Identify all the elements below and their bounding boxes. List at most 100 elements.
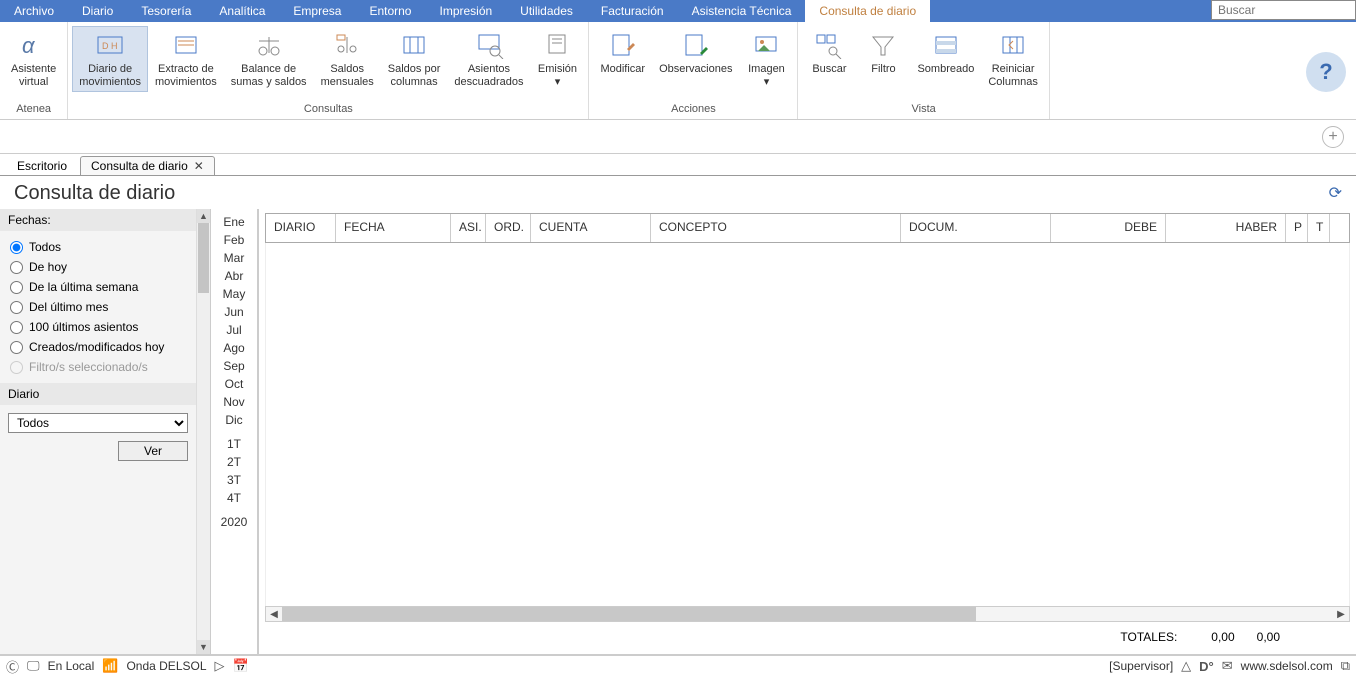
month-item-ago[interactable]: Ago [211,339,257,357]
menu-item-asistencia-t-cnica[interactable]: Asistencia Técnica [678,0,806,22]
ribbon-btn-extracto-mov[interactable]: Extracto demovimientos [148,26,224,92]
add-tab-button[interactable]: + [1322,126,1344,148]
ribbon-btn-observ[interactable]: Observaciones [652,26,739,79]
ribbon-btn-filtro[interactable]: Filtro [856,26,910,79]
status-d-icon[interactable]: D° [1199,659,1214,674]
status-play-icon[interactable]: ▷ [215,658,225,674]
filter-radio-2[interactable]: De la última semana [2,277,194,297]
col-header-cuenta[interactable]: CUENTA [531,214,651,242]
status-mail-icon[interactable]: ✉ [1222,658,1233,674]
month-item-sep[interactable]: Sep [211,357,257,375]
status-url-label[interactable]: www.sdelsol.com [1241,659,1333,673]
col-header-debe[interactable]: DEBE [1051,214,1166,242]
status-monitor-icon[interactable]: 🖵 [27,658,40,674]
filter-radio-4[interactable]: 100 últimos asientos [2,317,194,337]
month-item-3t[interactable]: 3T [211,471,257,489]
status-c-icon[interactable]: Ⓒ [6,657,19,676]
totals-debe: 0,00 [1211,626,1256,650]
month-item-4t[interactable]: 4T [211,489,257,507]
reiniciar-icon [997,31,1029,59]
ribbon-btn-asientos-desc[interactable]: Asientosdescuadrados [447,26,530,92]
grid-h-scrollbar[interactable]: ◀ ▶ [265,606,1350,622]
refresh-icon[interactable]: ⟳ [1329,183,1342,203]
ribbon-btn-sombreado[interactable]: Sombreado [910,26,981,79]
col-header-haber[interactable]: HABER [1166,214,1286,242]
month-item-2t[interactable]: 2T [211,453,257,471]
col-header-docum[interactable]: DOCUM. [901,214,1051,242]
ribbon-btn-diario-mov[interactable]: D HDiario demovimientos [72,26,148,92]
doc-tab-escritorio[interactable]: Escritorio [6,156,78,175]
filter-radio-3[interactable]: Del último mes [2,297,194,317]
ribbon-btn-emision[interactable]: Emisión▾ [530,26,584,92]
month-item-jul[interactable]: Jul [211,321,257,339]
menu-item-empresa[interactable]: Empresa [279,0,355,22]
filter-radio-1[interactable]: De hoy [2,257,194,277]
ver-button[interactable]: Ver [118,441,188,461]
filter-sidebar: Fechas: TodosDe hoyDe la última semanaDe… [0,209,210,654]
ribbon-btn-reiniciar[interactable]: ReiniciarColumnas [981,26,1045,92]
filter-radio-input[interactable] [10,261,23,274]
filter-radio-input[interactable] [10,281,23,294]
col-header-asi[interactable]: ASI. [451,214,486,242]
search-input[interactable] [1211,0,1356,20]
ribbon-btn-asistente[interactable]: αAsistentevirtual [4,26,63,92]
doc-tab-consulta-de-diario[interactable]: Consulta de diario✕ [80,156,215,175]
month-nav: EneFebMarAbrMayJunJulAgoSepOctNovDic 1T2T… [210,209,258,654]
status-calendar-icon[interactable]: 📅 [233,658,249,674]
status-warning-icon[interactable]: △ [1181,658,1191,674]
ribbon-btn-saldos-men[interactable]: Saldosmensuales [314,26,381,92]
content-area: Consulta de diario ⟳ Fechas: TodosDe hoy… [0,176,1356,654]
col-header-p[interactable]: P [1286,214,1308,242]
menu-item-impresi-n[interactable]: Impresión [425,0,506,22]
grid-header: DIARIOFECHAASI.ORD.CUENTACONCEPTODOCUM.D… [265,213,1350,243]
col-header-t[interactable]: T [1308,214,1330,242]
ribbon-btn-balance-ss[interactable]: Balance desumas y saldos [224,26,314,92]
imagen-icon [750,31,782,59]
help-button[interactable]: ? [1306,52,1346,92]
col-header-diario[interactable]: DIARIO [266,214,336,242]
sidebar-scrollbar[interactable]: ▲ ▼ [196,209,210,654]
menu-item-diario[interactable]: Diario [68,0,127,22]
ribbon-toolbar: αAsistentevirtualAteneaD HDiario demovim… [0,22,1356,120]
filter-radio-0[interactable]: Todos [2,237,194,257]
modificar-icon [607,31,639,59]
col-header-fecha[interactable]: FECHA [336,214,451,242]
status-bar: Ⓒ 🖵 En Local 📶 Onda DELSOL ▷ 📅 [Supervis… [0,654,1356,676]
month-item-mar[interactable]: Mar [211,249,257,267]
menu-item-facturaci-n[interactable]: Facturación [587,0,678,22]
status-window-icon[interactable]: ⧉ [1341,658,1350,674]
month-item-1t[interactable]: 1T [211,435,257,453]
status-wifi-icon[interactable]: 📶 [102,658,118,674]
month-item-abr[interactable]: Abr [211,267,257,285]
ribbon-btn-saldos-col[interactable]: Saldos porcolumnas [381,26,448,92]
col-header-concepto[interactable]: CONCEPTO [651,214,901,242]
ribbon-btn-imagen[interactable]: Imagen▾ [739,26,793,92]
diario-select[interactable]: Todos [8,413,188,433]
menu-item-anal-tica[interactable]: Analítica [205,0,279,22]
month-item-oct[interactable]: Oct [211,375,257,393]
filter-radio-input[interactable] [10,321,23,334]
month-item-ene[interactable]: Ene [211,213,257,231]
month-item-2020[interactable]: 2020 [211,513,257,531]
menu-item-utilidades[interactable]: Utilidades [506,0,587,22]
month-item-feb[interactable]: Feb [211,231,257,249]
month-item-jun[interactable]: Jun [211,303,257,321]
grid-body[interactable] [265,243,1350,606]
ribbon-group-vista: BuscarFiltroSombreadoReiniciarColumnasVi… [798,22,1049,119]
ribbon-btn-label2: virtual [19,76,48,89]
menu-item-entorno[interactable]: Entorno [355,0,425,22]
menu-item-archivo[interactable]: Archivo [0,0,68,22]
filter-radio-input[interactable] [10,341,23,354]
filter-radio-5[interactable]: Creados/modificados hoy [2,337,194,357]
filter-radio-input[interactable] [10,241,23,254]
tab-close-icon[interactable]: ✕ [194,159,204,173]
month-item-may[interactable]: May [211,285,257,303]
filter-radio-input[interactable] [10,301,23,314]
month-item-nov[interactable]: Nov [211,393,257,411]
ribbon-btn-buscar[interactable]: Buscar [802,26,856,79]
col-header-ord[interactable]: ORD. [486,214,531,242]
menu-item-consulta-de-diario[interactable]: Consulta de diario [805,0,930,22]
month-item-dic[interactable]: Dic [211,411,257,429]
ribbon-btn-modificar[interactable]: Modificar [593,26,652,79]
menu-item-tesorer-a[interactable]: Tesorería [127,0,205,22]
